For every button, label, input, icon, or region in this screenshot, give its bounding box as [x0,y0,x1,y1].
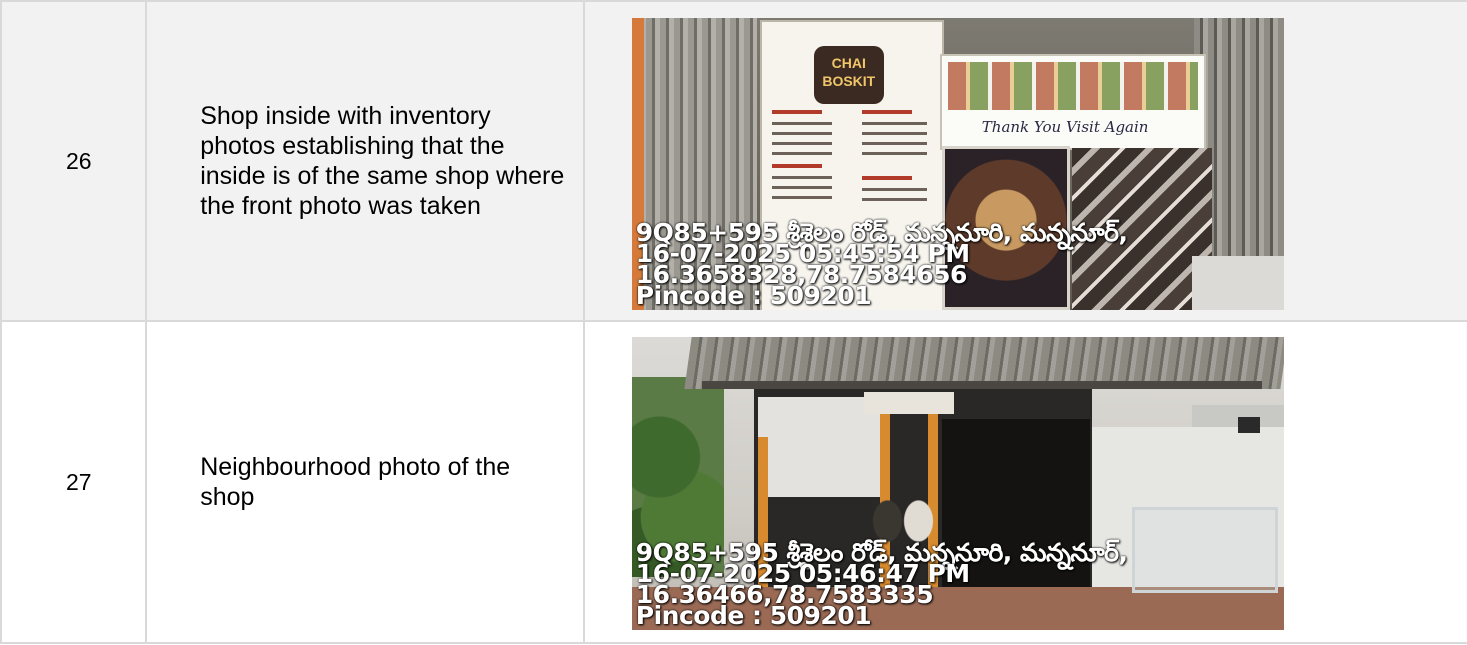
row-photo-cell: 9Q85+595 శ్రీశైలం రోడ్, మన్ననూరి, మన్ననూ… [582,320,1467,644]
row-photo-cell: CHAI BOSKIT Thank You Visit Again 9Q85+5… [582,0,1467,322]
flood-light [1237,417,1260,433]
row-description-cell: Shop inside with inventory photos establ… [145,0,585,322]
table-row: 27 Neighbourhood photo of the shop 9Q85+… [0,320,1467,644]
row-description: Neighbourhood photo of the shop [200,453,511,511]
shop-interior-photo: CHAI BOSKIT Thank You Visit Again 9Q85+5… [631,18,1284,310]
menu-photo-board: Thank You Visit Again [939,54,1206,150]
table-row: 26 Shop inside with inventory photos est… [0,0,1467,322]
evidence-table: 26 Shop inside with inventory photos est… [0,0,1467,644]
shop-sign [863,392,954,414]
display-case [1131,507,1278,593]
shop-exterior-photo: 9Q85+595 శ్రీశైలం రోడ్, మన్ననూరి, మన్ననూ… [631,337,1284,630]
row-description: Shop inside with inventory photos establ… [200,102,565,220]
cafe-logo: CHAI BOSKIT [813,46,884,104]
geotag-overlay: 9Q85+595 శ్రీశైలం రోడ్, మన్ననూరి, మన్ననూ… [636,540,1128,628]
row-description-cell: Neighbourhood photo of the shop [145,320,585,644]
fridge [1191,256,1284,310]
row-number: 26 [66,147,92,174]
row-number-cell: 27 [0,320,148,644]
row-number: 27 [66,468,92,495]
thank-you-sign: Thank You Visit Again [981,118,1149,136]
row-number-cell: 26 [0,0,148,322]
geotag-overlay: 9Q85+595 శ్రీశైలం రోడ్, మన్ననూరి, మన్ననూ… [636,220,1128,308]
